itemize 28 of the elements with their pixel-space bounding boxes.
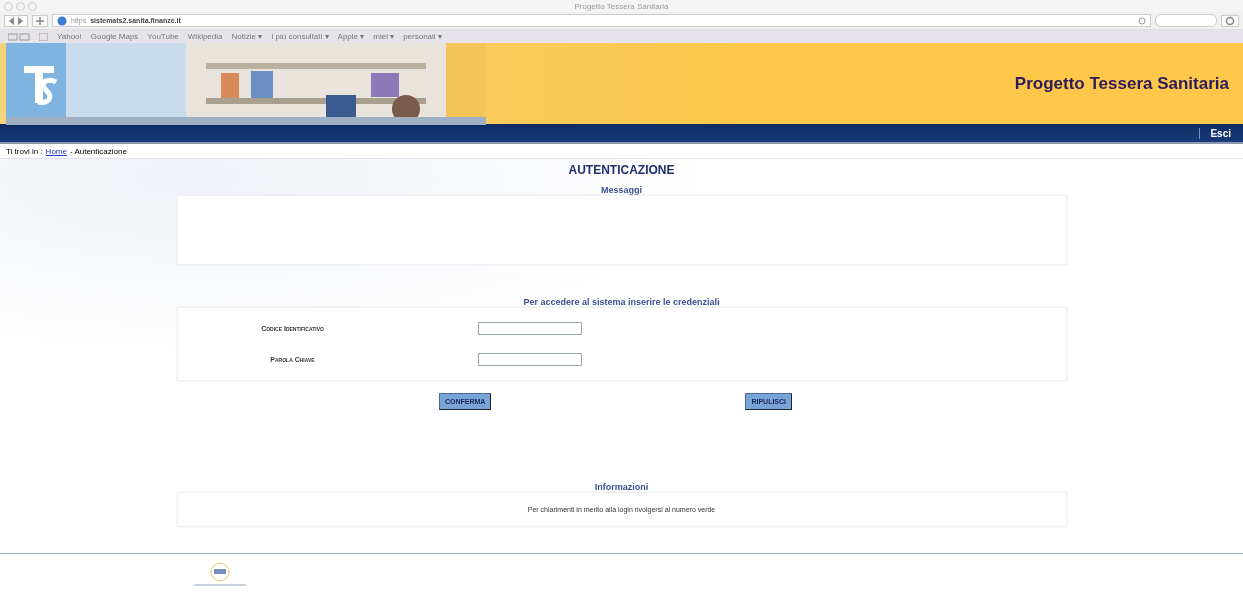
globe-icon	[57, 15, 67, 26]
home-link[interactable]: Home	[45, 146, 67, 156]
bookmark-link[interactable]: Wikipedia	[187, 32, 223, 41]
back-forward-button[interactable]	[4, 14, 28, 27]
search-field[interactable]	[1155, 14, 1217, 27]
section-title: Informazioni	[594, 482, 649, 492]
bookmark-link[interactable]: Apple ▾	[337, 32, 365, 41]
bookmark-link[interactable]: Google Maps	[90, 32, 139, 41]
password-field[interactable]	[477, 353, 582, 366]
bookmark-link[interactable]: Yahoo!	[57, 32, 82, 41]
bookmark-link[interactable]: miei ▾	[373, 32, 395, 41]
breadcrumb-label: Ti trovi in :	[6, 146, 43, 156]
section-title: Per accedere al sistema inserire le credenziali	[523, 297, 720, 307]
bookmark-link[interactable]: I più consultati ▾	[271, 32, 329, 41]
site-title: Progetto Tessera Sanitaria	[1014, 73, 1229, 94]
window-title: Progetto Tessera Sanitaria	[574, 1, 669, 11]
exit-link[interactable]: Esci	[1199, 127, 1239, 139]
bookmark-link[interactable]: personali ▾	[403, 32, 442, 41]
add-tab-button[interactable]	[32, 14, 48, 27]
settings-button[interactable]	[1221, 14, 1239, 27]
page-title: AUTENTICAZIONE	[568, 163, 675, 177]
section-title: Messaggi	[601, 185, 642, 195]
reload-icon[interactable]	[1138, 16, 1146, 25]
reading-list-icon[interactable]	[8, 32, 30, 41]
bookmark-link[interactable]: YouTube	[147, 32, 179, 41]
bookmark-link[interactable]: Notizie ▾	[231, 32, 263, 41]
breadcrumb-current: - Autenticazione	[69, 146, 127, 156]
code-field[interactable]	[477, 322, 582, 335]
